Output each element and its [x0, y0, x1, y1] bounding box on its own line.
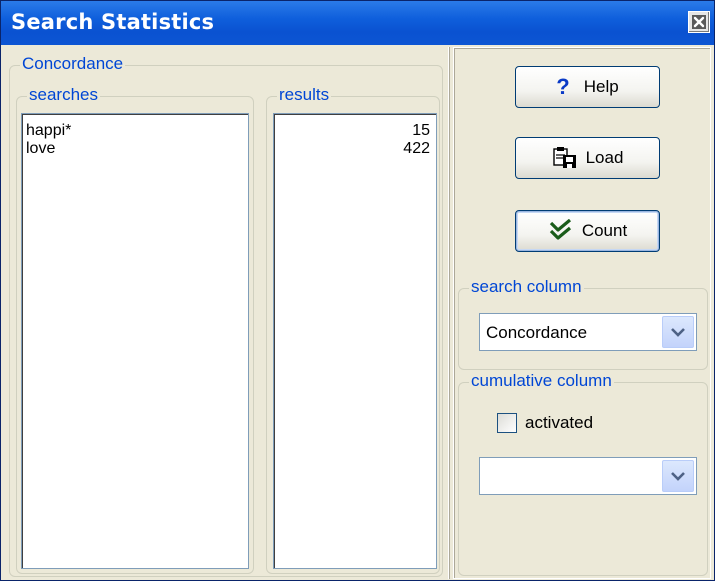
cumulative-column-group: cumulative column activated: [458, 371, 708, 576]
activated-checkbox[interactable]: [497, 413, 517, 433]
count-button[interactable]: Count: [515, 210, 660, 252]
chevron-down-icon[interactable]: [662, 460, 694, 492]
results-listbox[interactable]: 15 422: [273, 113, 437, 569]
concordance-group-label: Concordance: [20, 54, 126, 74]
search-column-group: search column Concordance: [458, 277, 708, 370]
window-title: Search Statistics: [11, 10, 215, 34]
question-mark-icon: ?: [556, 74, 570, 99]
help-button-label: Help: [583, 77, 619, 96]
title-bar[interactable]: Search Statistics: [1, 1, 714, 45]
list-item[interactable]: 422: [274, 140, 436, 158]
list-item[interactable]: happi*: [22, 122, 248, 140]
count-button-label: Count: [581, 221, 628, 240]
right-panel: ? Help Load Count search column Concorda…: [453, 47, 711, 579]
search-column-select[interactable]: Concordance: [479, 313, 697, 351]
chevron-down-icon[interactable]: [662, 316, 694, 348]
double-check-icon: [548, 219, 574, 243]
cumulative-column-label: cumulative column: [469, 371, 614, 391]
concordance-group: Concordance searches happi* love results…: [9, 54, 443, 577]
load-button-label: Load: [585, 148, 624, 167]
list-item[interactable]: love: [22, 140, 248, 158]
list-item[interactable]: 15: [274, 122, 436, 140]
close-button[interactable]: [688, 11, 710, 33]
help-button[interactable]: ? Help: [515, 66, 660, 108]
left-panel: Concordance searches happi* love results…: [5, 47, 449, 579]
results-group-label: results: [277, 85, 332, 105]
searches-group-label: searches: [27, 85, 100, 105]
results-group: results 15 422: [266, 85, 440, 574]
search-statistics-window: Search Statistics Concordance searches h…: [0, 0, 715, 581]
cumulative-column-select[interactable]: [479, 457, 697, 495]
clipboard-load-icon: [552, 146, 578, 170]
activated-checkbox-label[interactable]: activated: [525, 413, 593, 433]
load-button[interactable]: Load: [515, 137, 660, 179]
close-icon: [692, 15, 706, 29]
search-column-selected: Concordance: [486, 323, 588, 342]
searches-listbox[interactable]: happi* love: [21, 113, 249, 569]
searches-group: searches happi* love: [16, 85, 254, 574]
search-column-label: search column: [469, 277, 584, 297]
